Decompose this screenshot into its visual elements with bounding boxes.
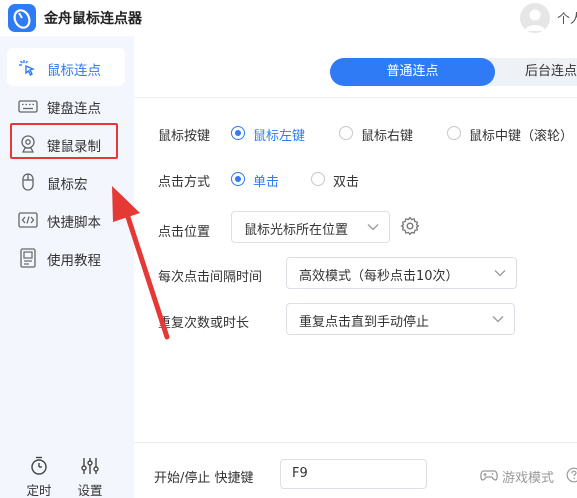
interval-select[interactable]: 高效模式（每秒点击10次） bbox=[286, 257, 517, 289]
tab-normal-click[interactable]: 普通连点 bbox=[330, 58, 495, 86]
timer-button[interactable]: 定时 bbox=[21, 456, 57, 498]
click-position-label: 点击位置 bbox=[158, 225, 211, 240]
interval-label: 每次点击间隔时间 bbox=[158, 270, 263, 285]
sidebar-item-label: 使用教程 bbox=[47, 253, 101, 269]
footer-divider bbox=[134, 442, 577, 443]
sidebar-item-label: 鼠标宏 bbox=[47, 177, 88, 193]
mouse-icon bbox=[22, 173, 34, 191]
timer-label: 定时 bbox=[26, 483, 52, 498]
sidebar-item-label: 快捷脚本 bbox=[47, 215, 101, 231]
hotkey-label: 开始/停止 快捷键 bbox=[154, 471, 254, 486]
sidebar: 鼠标连点 键盘连点 键鼠录制 鼠标宏 快捷脚本 使用教程 定时 设置 bbox=[0, 36, 134, 498]
sidebar-item-label: 鼠标连点 bbox=[47, 63, 101, 79]
gear-icon[interactable] bbox=[400, 216, 420, 236]
radio-left-button-label[interactable]: 鼠标左键 bbox=[253, 125, 305, 144]
radio-right-button-label[interactable]: 鼠标右键 bbox=[361, 125, 413, 144]
title-bar: 金舟鼠标连点器 个人 bbox=[0, 0, 577, 36]
repeat-value: 重复点击直到手动停止 bbox=[299, 315, 430, 330]
radio-middle-button[interactable] bbox=[447, 126, 461, 140]
code-script-icon bbox=[18, 212, 38, 228]
mouse-logo-icon bbox=[8, 4, 36, 32]
settings-label: 设置 bbox=[77, 483, 103, 498]
sidebar-item-mouse-click[interactable]: 鼠标连点 bbox=[7, 48, 125, 86]
sidebar-item-keyboard-click[interactable]: 键盘连点 bbox=[7, 86, 125, 124]
hotkey-input[interactable]: F9 bbox=[280, 459, 427, 489]
game-mode-toggle[interactable]: 游戏模式 bbox=[480, 466, 577, 486]
click-mode-label: 点击方式 bbox=[158, 175, 211, 190]
radio-double-click[interactable] bbox=[311, 172, 325, 186]
main-panel: 普通连点 后台连点 鼠标按键 鼠标左键 鼠标右键 鼠标中键（滚轮） 点击方式 单… bbox=[134, 36, 577, 498]
hotkey-value: F9 bbox=[292, 466, 308, 481]
timer-icon bbox=[31, 456, 47, 475]
tab-group: 普通连点 后台连点 bbox=[330, 58, 577, 86]
radio-right-button[interactable] bbox=[339, 126, 353, 140]
game-mode-label: 游戏模式 bbox=[502, 471, 555, 486]
sidebar-item-tutorial[interactable]: 使用教程 bbox=[7, 238, 125, 276]
highlight-annotation-box bbox=[10, 123, 118, 159]
user-center-link[interactable]: 个人 bbox=[557, 8, 577, 27]
tab-background-click[interactable]: 后台连点 bbox=[500, 58, 577, 86]
keyboard-icon bbox=[18, 100, 38, 113]
chevron-down-icon bbox=[492, 316, 504, 323]
click-position-select[interactable]: 鼠标光标所在位置 bbox=[231, 211, 390, 243]
click-position-value: 鼠标光标所在位置 bbox=[244, 223, 349, 238]
radio-left-button[interactable] bbox=[231, 126, 245, 140]
sliders-settings-icon bbox=[81, 458, 99, 474]
repeat-select[interactable]: 重复点击直到手动停止 bbox=[286, 303, 515, 335]
sidebar-item-script[interactable]: 快捷脚本 bbox=[7, 200, 125, 238]
radio-middle-button-label[interactable]: 鼠标中键（滚轮） bbox=[469, 125, 573, 144]
repeat-label: 重复次数或时长 bbox=[158, 316, 250, 331]
tab-bar: 普通连点 后台连点 bbox=[134, 36, 577, 98]
radio-double-click-label[interactable]: 双击 bbox=[333, 171, 359, 190]
sidebar-item-label: 键盘连点 bbox=[47, 101, 101, 117]
mouse-button-label: 鼠标按键 bbox=[158, 129, 211, 144]
interval-value: 高效模式（每秒点击10次） bbox=[299, 269, 459, 284]
app-title: 金舟鼠标连点器 bbox=[44, 11, 142, 27]
gamepad-icon bbox=[480, 470, 498, 481]
chevron-down-icon bbox=[494, 270, 506, 277]
chevron-down-icon bbox=[367, 224, 379, 231]
mouse-click-icon bbox=[19, 60, 35, 77]
help-question-icon[interactable] bbox=[566, 467, 577, 483]
avatar[interactable] bbox=[520, 3, 550, 33]
radio-single-click[interactable] bbox=[231, 172, 245, 186]
settings-button[interactable]: 设置 bbox=[72, 456, 108, 498]
radio-single-click-label[interactable]: 单击 bbox=[253, 171, 279, 190]
tutorial-doc-icon bbox=[20, 248, 36, 268]
sidebar-item-mouse-macro[interactable]: 鼠标宏 bbox=[7, 162, 125, 200]
